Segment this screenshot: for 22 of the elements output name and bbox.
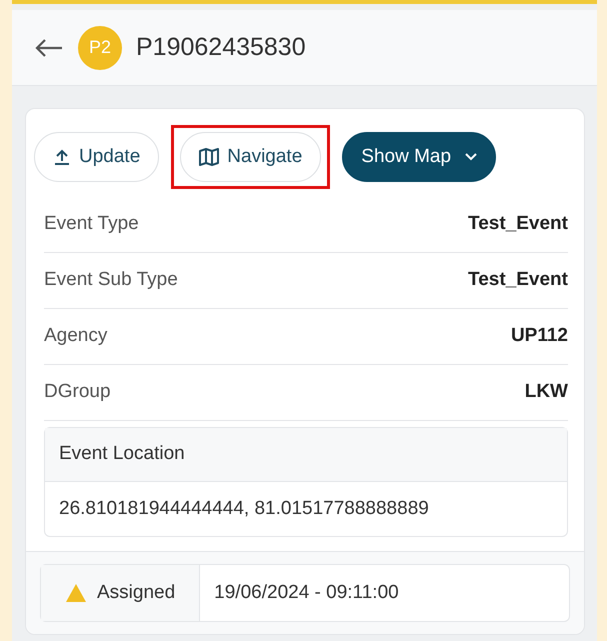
location-value: 26.810181944444444, 81.01517788888889: [58, 496, 430, 520]
field-label: Agency: [44, 324, 108, 348]
incident-id: P19062435830: [136, 32, 306, 63]
action-button[interactable]: Navigate: [180, 132, 322, 182]
chevron-down-icon: [465, 153, 478, 161]
field-value: LKW: [524, 380, 568, 404]
status-time: 19/06/2024 - 09:11:00: [213, 580, 400, 605]
map-icon: [199, 148, 220, 166]
status-label: Assigned: [97, 580, 176, 605]
priority-badge: P2: [78, 26, 122, 70]
location-label: Event Location: [45, 428, 567, 482]
upload-icon: [53, 148, 71, 166]
field-label: Event Sub Type: [44, 268, 178, 292]
field-value: UP112: [510, 324, 568, 348]
action-button[interactable]: Update: [34, 132, 160, 182]
show-map-dropdown[interactable]: Show Map: [342, 132, 496, 182]
field-label: DGroup: [44, 380, 111, 404]
field-label: Event Type: [44, 212, 139, 236]
warning-icon: [65, 583, 87, 603]
field-value: Test_Event: [468, 212, 568, 236]
back-arrow-icon[interactable]: [34, 38, 64, 58]
field-value: Test_Event: [468, 268, 568, 292]
